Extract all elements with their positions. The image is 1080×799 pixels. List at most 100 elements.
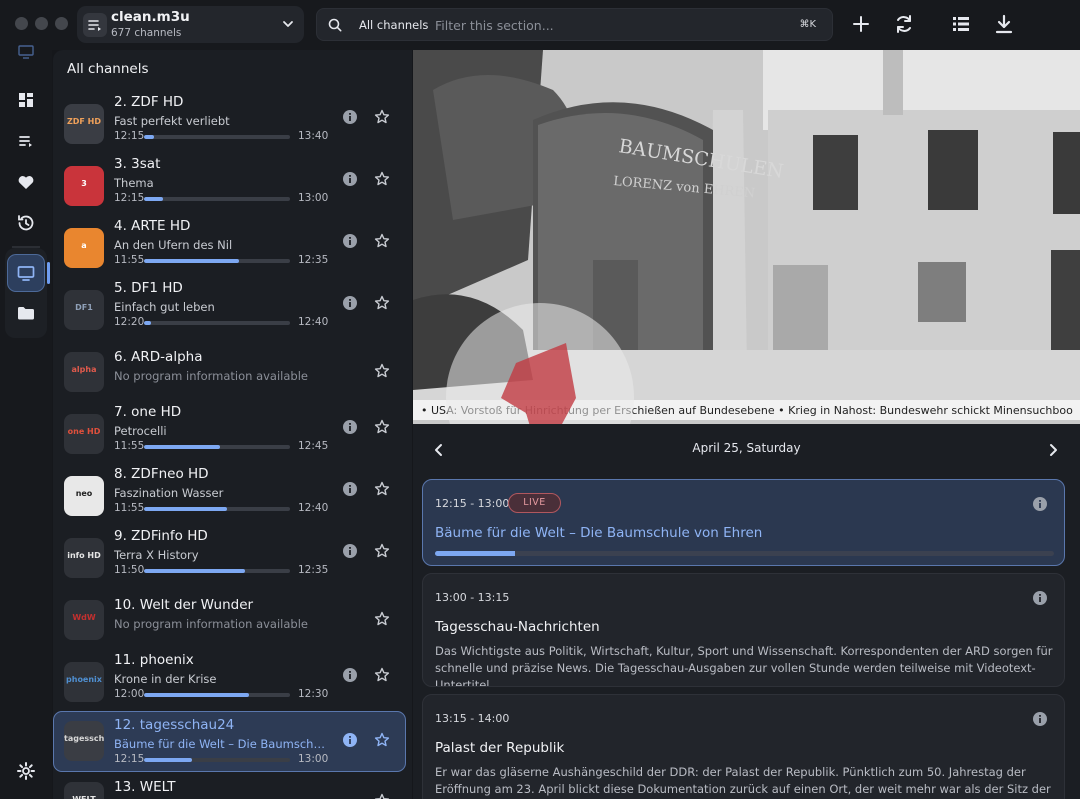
history-icon[interactable]	[14, 211, 38, 235]
channel-logo-text: alpha	[71, 365, 97, 374]
program-end-time: 12:35	[298, 254, 329, 266]
channel-row[interactable]: neo 8. ZDFneo HD Faszination Wasser 11:55 12…	[53, 466, 407, 528]
star-icon[interactable]	[373, 418, 391, 436]
add-icon[interactable]	[850, 13, 872, 35]
folder-icon[interactable]	[14, 301, 38, 325]
program-end-time: 12:30	[298, 688, 329, 700]
channel-logo: info HD	[64, 538, 104, 578]
channel-row[interactable]: DF1 5. DF1 HD Einfach gut leben 12:20 12:40	[53, 280, 407, 342]
info-icon[interactable]	[1032, 590, 1048, 606]
program-card[interactable]: 13:00 - 13:15 Tagesschau-Nachrichten Das…	[422, 573, 1065, 687]
channel-program: Petrocelli	[114, 424, 167, 438]
channel-row[interactable]: alpha 6. ARD-alpha No program information …	[53, 342, 407, 404]
window-zoom-button[interactable]	[55, 17, 68, 30]
video-player[interactable]: BAUMSCHULEN LORENZ von EHREN • USA: Vors…	[413, 50, 1080, 424]
program-progress-fill	[144, 259, 239, 263]
star-icon[interactable]	[373, 792, 391, 799]
settings-icon[interactable]	[14, 759, 38, 783]
program-progress	[144, 445, 290, 449]
search-scope[interactable]: All channels	[359, 18, 428, 32]
playlist-nav-icon[interactable]	[14, 129, 38, 153]
channel-row[interactable]: WdW 10. Welt der Wunder No program informa…	[53, 590, 407, 652]
channel-logo: ZDF HD	[64, 104, 104, 144]
channel-row[interactable]: WELT 13. WELT	[53, 772, 407, 799]
info-icon[interactable]	[342, 732, 358, 748]
star-icon[interactable]	[373, 610, 391, 628]
star-icon[interactable]	[373, 232, 391, 250]
chevron-right-icon[interactable]	[1044, 441, 1062, 459]
channel-row[interactable]: 3 3. 3sat Thema 12:15 13:00	[53, 156, 407, 218]
dashboard-icon[interactable]	[14, 88, 38, 112]
channel-logo-text: tagesschau24	[64, 734, 104, 743]
refresh-icon[interactable]	[893, 13, 915, 35]
program-end-time: 12:45	[298, 440, 329, 452]
channel-logo: DF1	[64, 290, 104, 330]
program-card[interactable]: 13:15 - 14:00 Palast der Republik Er war…	[422, 694, 1065, 799]
program-progress-fill	[435, 551, 516, 556]
star-icon[interactable]	[373, 731, 391, 749]
channel-program: Einfach gut leben	[114, 300, 215, 314]
program-progress-fill	[144, 321, 152, 325]
search-input[interactable]	[435, 13, 775, 37]
star-icon[interactable]	[373, 170, 391, 188]
channel-row[interactable]: ZDF HD 2. ZDF HD Fast perfekt verliebt 12:1…	[53, 94, 407, 156]
program-start-time: 12:15	[114, 130, 145, 142]
channel-list: All channels ZDF HD 2. ZDF HD Fast perfekt…	[53, 50, 412, 799]
info-icon[interactable]	[342, 109, 358, 125]
channel-row[interactable]: tagesschau24 12. tagesschau24 Bäume für di…	[53, 711, 407, 773]
channel-logo: WdW	[64, 600, 104, 640]
star-icon[interactable]	[373, 108, 391, 126]
title-bar: clean.m3u 677 channels All channels ⌘K	[0, 0, 1080, 50]
program-end-time: 12:40	[298, 316, 329, 328]
program-start-time: 11:55	[114, 254, 145, 266]
channel-name: 9. ZDFinfo HD	[114, 528, 208, 544]
info-icon[interactable]	[342, 295, 358, 311]
star-icon[interactable]	[373, 666, 391, 684]
program-progress	[144, 569, 290, 573]
star-icon[interactable]	[373, 362, 391, 380]
channel-name: 7. one HD	[114, 404, 182, 420]
channel-row[interactable]: a 4. ARTE HD An den Ufern des Nil 11:55 12:3…	[53, 218, 407, 280]
star-icon[interactable]	[373, 480, 391, 498]
download-icon[interactable]	[993, 13, 1015, 35]
info-icon[interactable]	[342, 667, 358, 683]
tv-icon[interactable]	[14, 261, 38, 285]
channel-logo-text: one HD	[67, 427, 101, 436]
channel-logo: alpha	[64, 352, 104, 392]
search-bar: All channels ⌘K	[316, 8, 833, 41]
window-minimize-button[interactable]	[35, 17, 48, 30]
live-badge: LIVE	[508, 493, 561, 513]
channel-row[interactable]: phoenix 11. phoenix Krone in der Krise 12:0…	[53, 652, 407, 714]
info-icon[interactable]	[1032, 496, 1048, 512]
program-progress	[435, 551, 1054, 556]
channel-row[interactable]: one HD 7. one HD Petrocelli 11:55 12:45	[53, 404, 407, 466]
window-close-button[interactable]	[15, 17, 28, 30]
info-icon[interactable]	[342, 481, 358, 497]
channel-name: 12. tagesschau24	[114, 717, 235, 733]
tv-logo-overlay	[446, 303, 634, 424]
channel-logo-text: ZDF HD	[66, 117, 102, 126]
info-icon[interactable]	[342, 419, 358, 435]
channel-program: Bäume für die Welt – Die Baumschule von …	[114, 737, 326, 751]
program-start-time: 11:55	[114, 440, 145, 452]
program-description: Er war das gläserne Aushängeschild der D…	[435, 765, 1051, 796]
channel-logo: a	[64, 228, 104, 268]
favorites-icon[interactable]	[14, 170, 38, 194]
program-start-time: 12:15	[114, 753, 145, 765]
channel-row[interactable]: info HD 9. ZDFinfo HD Terra X History 11:50…	[53, 528, 407, 590]
channel-logo-text: phoenix	[66, 675, 102, 684]
program-card-live[interactable]: 12:15 - 13:00 LIVE Bäume für die Welt – …	[422, 479, 1065, 566]
playlist-selector[interactable]: clean.m3u 677 channels	[77, 6, 304, 43]
info-icon[interactable]	[342, 543, 358, 559]
star-icon[interactable]	[373, 542, 391, 560]
star-icon[interactable]	[373, 294, 391, 312]
info-icon[interactable]	[342, 233, 358, 249]
rail-selection-indicator	[47, 262, 50, 284]
info-icon[interactable]	[1032, 711, 1048, 727]
channel-logo-text: WELT	[64, 795, 104, 799]
channel-program: Thema	[114, 176, 154, 190]
info-icon[interactable]	[342, 171, 358, 187]
program-start-time: 12:20	[114, 316, 145, 328]
list-view-icon[interactable]	[950, 13, 972, 35]
program-title: Tagesschau-Nachrichten	[435, 619, 600, 635]
